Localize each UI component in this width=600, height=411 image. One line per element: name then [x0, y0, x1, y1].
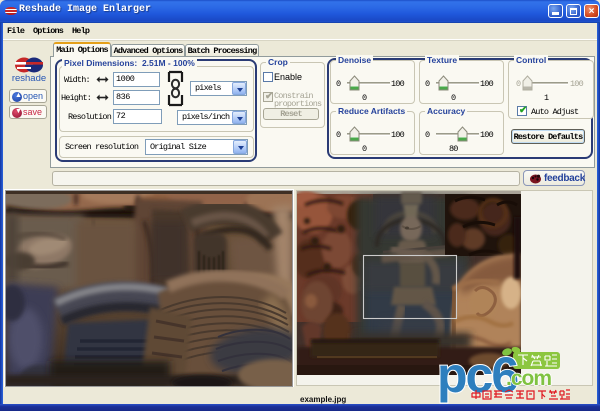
svg-text:.com: .com [506, 367, 551, 390]
